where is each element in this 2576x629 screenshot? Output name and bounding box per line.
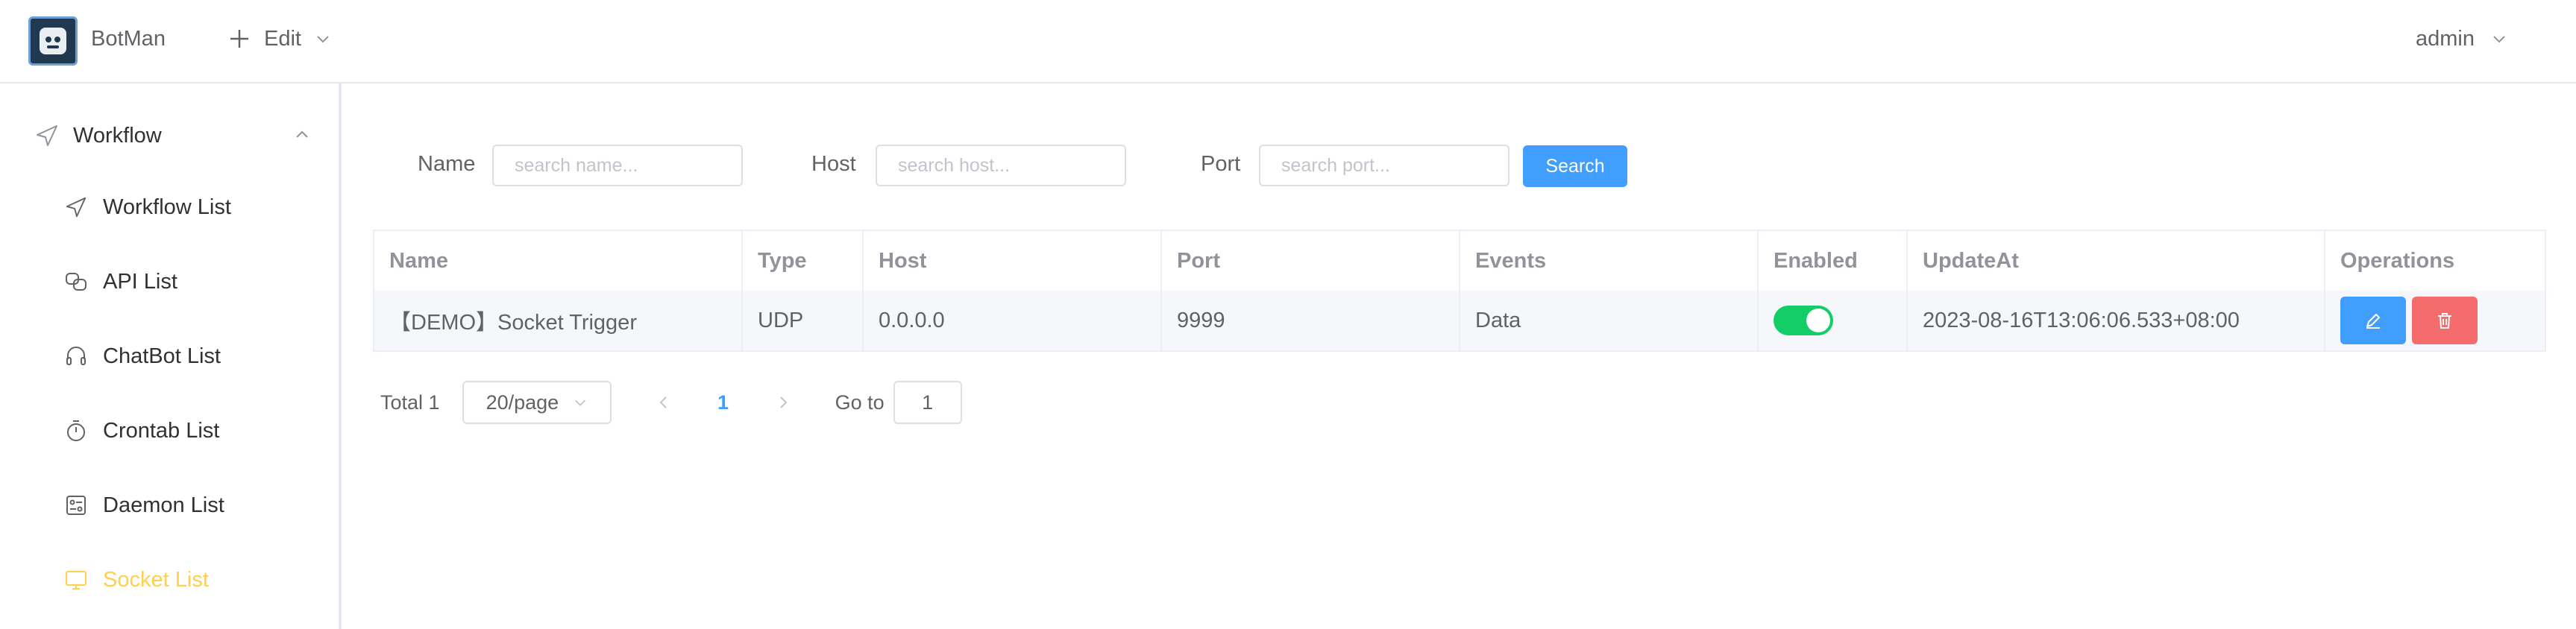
table-body: 【DEMO】Socket Trigger UDP 0.0.0.0 9999 Da… — [374, 291, 2545, 350]
sidebar-item-label: API List — [103, 269, 178, 294]
cell-update-at: 2023-08-16T13:06:06.533+08:00 — [1908, 291, 2325, 350]
goto-page-input[interactable] — [893, 381, 962, 424]
cell-type: UDP — [743, 291, 864, 350]
cell-port: 9999 — [1162, 291, 1460, 350]
brand-name: BotMan — [91, 27, 166, 51]
sidebar-item-daemon-list[interactable]: Daemon List — [63, 483, 309, 528]
host-filter-label: Host — [811, 152, 856, 176]
name-search-input[interactable] — [492, 145, 743, 186]
name-filter-label: Name — [418, 152, 476, 176]
cell-operations — [2325, 291, 2545, 350]
chevron-left-icon — [659, 396, 667, 408]
page-number[interactable]: 1 — [701, 381, 746, 424]
pagination-total: Total 1 — [380, 391, 440, 414]
chevron-down-icon — [2493, 36, 2505, 43]
pagination: Total 1 20/page 1 Go to — [380, 380, 962, 425]
socket-table: Name Type Host Port Events Enabled Updat… — [373, 230, 2546, 352]
sidebar-item-label: Socket List — [103, 567, 209, 592]
send-icon — [63, 194, 89, 221]
cell-name: 【DEMO】Socket Trigger — [374, 291, 743, 350]
sidebar-item-workflow-list[interactable]: Workflow List — [63, 185, 309, 230]
sidebar-group-workflow[interactable]: Workflow — [34, 113, 310, 158]
column-header-events[interactable]: Events — [1460, 231, 1759, 291]
table-row[interactable]: 【DEMO】Socket Trigger UDP 0.0.0.0 9999 Da… — [374, 291, 2545, 350]
sidebar: Workflow Workflow List API List ChatBot … — [0, 83, 342, 629]
main-content: Name Host Port Search Name Type Host Por… — [345, 83, 2576, 629]
headset-icon — [63, 343, 89, 370]
column-header-host[interactable]: Host — [864, 231, 1162, 291]
page-size-value: 20/page — [486, 391, 559, 414]
goto-label: Go to — [835, 391, 885, 414]
delete-button[interactable] — [2412, 297, 2478, 344]
column-header-enabled[interactable]: Enabled — [1759, 231, 1908, 291]
plus-icon — [230, 30, 248, 48]
chevron-up-icon — [296, 130, 308, 138]
sidebar-item-label: Daemon List — [103, 493, 224, 517]
sidebar-item-label: Workflow List — [103, 195, 231, 219]
page-size-select[interactable]: 20/page — [462, 381, 612, 424]
search-button[interactable]: Search — [1523, 145, 1627, 187]
prev-page-button[interactable] — [641, 381, 686, 424]
column-header-port[interactable]: Port — [1162, 231, 1460, 291]
trash-icon — [2438, 313, 2451, 329]
column-header-type[interactable]: Type — [743, 231, 864, 291]
timer-icon — [63, 417, 89, 444]
user-menu[interactable]: admin — [2416, 22, 2507, 55]
sidebar-item-label: Crontab List — [103, 418, 220, 443]
host-search-input[interactable] — [876, 145, 1126, 186]
top-header: BotMan Edit admin — [0, 0, 2576, 83]
sidebar-item-label: ChatBot List — [103, 344, 221, 368]
cell-enabled — [1759, 291, 1908, 350]
cell-host: 0.0.0.0 — [864, 291, 1162, 350]
sidebar-item-chatbot-list[interactable]: ChatBot List — [63, 334, 309, 379]
edit-button[interactable] — [2340, 297, 2406, 344]
edit-menu[interactable]: Edit — [228, 22, 331, 55]
botman-logo-icon[interactable] — [28, 16, 78, 66]
column-header-update-at[interactable]: UpdateAt — [1908, 231, 2325, 291]
sidebar-item-api-list[interactable]: API List — [63, 259, 309, 304]
edit-menu-label: Edit — [264, 26, 301, 51]
sidebar-item-socket-list[interactable]: Socket List — [63, 557, 309, 602]
chevron-right-icon — [779, 396, 787, 408]
send-icon — [37, 125, 57, 146]
sidebar-group-label: Workflow — [73, 123, 162, 148]
monitor-icon — [63, 566, 89, 593]
cell-events: Data — [1460, 291, 1759, 350]
port-search-input[interactable] — [1259, 145, 1510, 186]
table-header: Name Type Host Port Events Enabled Updat… — [374, 231, 2545, 291]
user-name: admin — [2416, 26, 2475, 51]
sidebar-item-crontab-list[interactable]: Crontab List — [63, 408, 309, 453]
panel-icon — [63, 492, 89, 519]
edit-icon — [2366, 314, 2380, 329]
next-page-button[interactable] — [761, 381, 805, 424]
column-header-name[interactable]: Name — [374, 231, 743, 291]
port-filter-label: Port — [1201, 152, 1241, 176]
chevron-down-icon — [317, 36, 329, 43]
chevron-down-icon — [574, 399, 585, 406]
enabled-toggle[interactable] — [1774, 306, 1833, 335]
column-header-operations: Operations — [2340, 248, 2455, 273]
link-icon — [63, 268, 89, 295]
